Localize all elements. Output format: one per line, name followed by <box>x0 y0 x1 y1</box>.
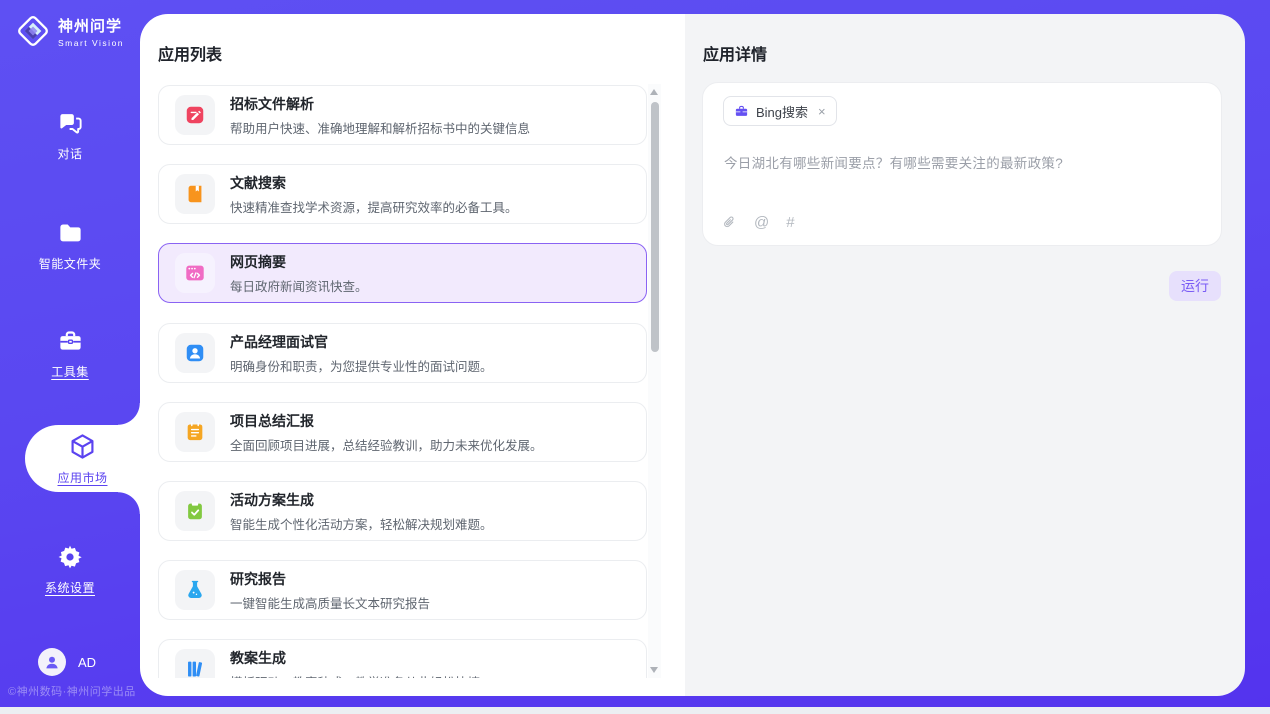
app-detail-title: 应用详情 <box>703 41 767 65</box>
app-window: 神州问学 Smart Vision 对话智能文件夹工具集应用市场系统设置 AD … <box>0 0 1270 714</box>
gear-icon <box>56 543 84 571</box>
notepad-icon <box>175 412 215 452</box>
sidebar-item-智能文件夹[interactable]: 智能文件夹 <box>0 210 140 282</box>
briefcase-icon <box>734 104 749 119</box>
sidebar-item-label: 应用市场 <box>57 469 107 486</box>
brand-name: 神州问学 <box>58 15 124 36</box>
app-list-title: 应用列表 <box>158 41 222 65</box>
app-card-title: 招标文件解析 <box>230 94 530 114</box>
app-card-desc: 模板驱动，教案秒成，教学准备从此轻松快捷 <box>230 672 480 679</box>
app-card-desc: 明确身份和职责，为您提供专业性的面试问题。 <box>230 356 493 375</box>
avatar <box>38 648 66 676</box>
scrollbar-thumb[interactable] <box>651 102 659 352</box>
brand-logo: 神州问学 Smart Vision <box>15 13 124 49</box>
bottom-strip <box>0 707 1270 714</box>
app-card-title: 项目总结汇报 <box>230 411 543 431</box>
mention-icon[interactable]: @ <box>754 215 769 230</box>
app-detail-panel: 应用详情 Bing搜索 × 今日湖北有哪些新闻要点？有哪 <box>685 14 1245 696</box>
book-icon <box>175 174 215 214</box>
run-button[interactable]: 运行 <box>1169 271 1221 301</box>
app-card-desc: 帮助用户快速、准确地理解和解析招标书中的关键信息 <box>230 118 530 137</box>
books-icon <box>175 649 215 678</box>
sidebar-item-label: 工具集 <box>51 363 89 380</box>
app-card-title: 研究报告 <box>230 569 430 589</box>
sidebar-item-label: 智能文件夹 <box>39 255 102 272</box>
sidebar-item-对话[interactable]: 对话 <box>0 100 140 172</box>
tag-close-icon[interactable]: × <box>818 104 826 119</box>
sidebar-item-工具集[interactable]: 工具集 <box>0 318 140 390</box>
app-card-产品经理面试官[interactable]: 产品经理面试官明确身份和职责，为您提供专业性的面试问题。 <box>158 323 647 383</box>
app-card-招标文件解析[interactable]: 招标文件解析帮助用户快速、准确地理解和解析招标书中的关键信息 <box>158 85 647 145</box>
clipboard-check-icon <box>175 491 215 531</box>
app-card-研究报告[interactable]: 研究报告一键智能生成高质量长文本研究报告 <box>158 560 647 620</box>
browser-code-icon <box>175 253 215 293</box>
brand-subtitle: Smart Vision <box>58 38 124 48</box>
app-card-desc: 快速精准查找学术资源，提高研究效率的必备工具。 <box>230 197 518 216</box>
app-card-desc: 每日政府新闻资讯快查。 <box>230 276 368 295</box>
app-card-title: 产品经理面试官 <box>230 332 493 352</box>
input-toolbar: @ # <box>722 214 795 231</box>
query-text-input[interactable]: 今日湖北有哪些新闻要点？有哪些需要关注的最新政策? <box>724 152 1201 172</box>
sidebar: 神州问学 Smart Vision 对话智能文件夹工具集应用市场系统设置 AD … <box>0 0 140 707</box>
app-card-网页摘要[interactable]: 网页摘要每日政府新闻资讯快查。 <box>158 243 647 303</box>
app-card-文献搜索[interactable]: 文献搜索快速精准查找学术资源，提高研究效率的必备工具。 <box>158 164 647 224</box>
app-card-desc: 全面回顾项目进展，总结经验教训，助力未来优化发展。 <box>230 435 543 454</box>
copyright-footer: ©神州数码·神州问学出品 <box>8 683 136 699</box>
interviewer-icon <box>175 333 215 373</box>
chat-icon <box>57 110 84 137</box>
app-card-desc: 智能生成个性化活动方案，轻松解决规划难题。 <box>230 514 493 533</box>
toolbox-icon <box>57 328 84 355</box>
app-card-title: 教案生成 <box>230 648 480 668</box>
app-list-panel: 应用列表 招标文件解析帮助用户快速、准确地理解和解析招标书中的关键信息文献搜索快… <box>140 14 685 696</box>
hash-icon[interactable]: # <box>786 215 794 230</box>
app-card-title: 文献搜索 <box>230 173 518 193</box>
app-card-活动方案生成[interactable]: 活动方案生成智能生成个性化活动方案，轻松解决规划难题。 <box>158 481 647 541</box>
flask-icon <box>175 570 215 610</box>
app-card-desc: 一键智能生成高质量长文本研究报告 <box>230 593 430 612</box>
app-card-title: 活动方案生成 <box>230 490 493 510</box>
app-frame: 神州问学 Smart Vision 对话智能文件夹工具集应用市场系统设置 AD … <box>0 0 1270 707</box>
app-card-title: 网页摘要 <box>230 252 368 272</box>
attachment-icon[interactable] <box>722 214 737 231</box>
sidebar-item-label: 对话 <box>57 145 82 162</box>
sidebar-item-应用市场[interactable]: 应用市场 <box>25 425 140 492</box>
app-card-list: 招标文件解析帮助用户快速、准确地理解和解析招标书中的关键信息文献搜索快速精准查找… <box>140 85 685 678</box>
cube-icon <box>68 432 97 461</box>
app-card-教案生成[interactable]: 教案生成模板驱动，教案秒成，教学准备从此轻松快捷 <box>158 639 647 678</box>
main-content: 应用列表 招标文件解析帮助用户快速、准确地理解和解析招标书中的关键信息文献搜索快… <box>140 14 1245 696</box>
diamond-logo-icon <box>15 13 51 49</box>
tool-tag-label: Bing搜索 <box>756 102 808 121</box>
sidebar-item-系统设置[interactable]: 系统设置 <box>0 533 140 605</box>
scrollbar[interactable] <box>648 84 661 678</box>
sidebar-item-label: 系统设置 <box>45 579 95 596</box>
folder-icon <box>57 220 84 247</box>
scroll-down-icon[interactable] <box>650 667 658 673</box>
user-account[interactable]: AD <box>38 648 96 676</box>
prompt-card: Bing搜索 × 今日湖北有哪些新闻要点？有哪些需要关注的最新政策? @ # <box>702 82 1222 246</box>
tool-tag-bing-search[interactable]: Bing搜索 × <box>723 96 837 126</box>
scroll-up-icon[interactable] <box>650 89 658 95</box>
person-icon <box>43 653 61 671</box>
doc-edit-icon <box>175 95 215 135</box>
app-card-项目总结汇报[interactable]: 项目总结汇报全面回顾项目进展，总结经验教训，助力未来优化发展。 <box>158 402 647 462</box>
user-initials: AD <box>78 655 96 670</box>
